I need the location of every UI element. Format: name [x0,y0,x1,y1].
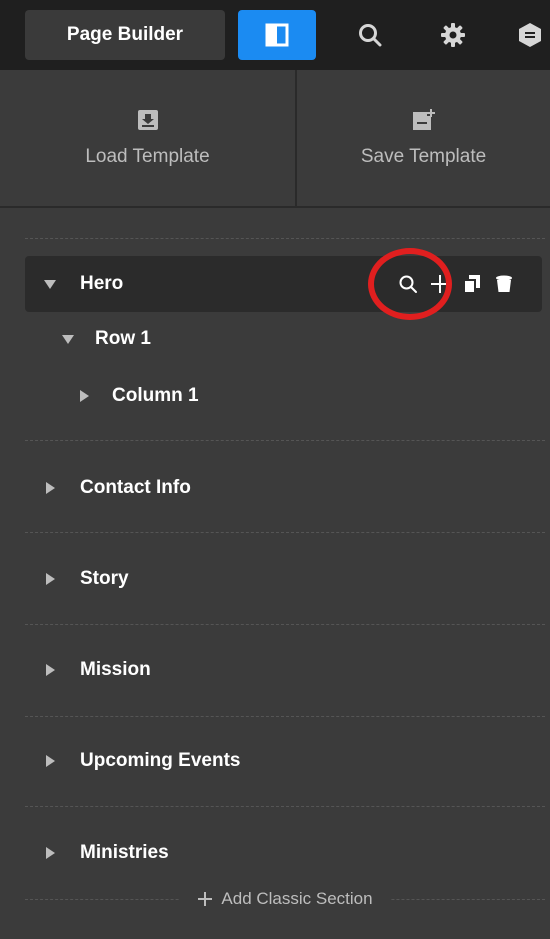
layout-panel-icon [265,23,289,47]
delete-icon [496,275,512,292]
load-template-button[interactable]: Load Template [0,70,297,206]
gear-icon [441,23,465,47]
section-label[interactable]: Upcoming Events [80,750,240,772]
duplicate-section-button[interactable] [456,272,488,296]
column-label[interactable]: Column 1 [112,385,199,407]
divider [25,238,545,239]
search-button[interactable] [345,10,395,60]
template-actions: Load Template Save Template [0,70,550,208]
delete-section-button[interactable] [488,272,520,296]
divider [25,440,545,441]
collapse-arrow-icon[interactable] [44,280,56,289]
save-template-button[interactable]: Save Template [297,70,550,206]
divider [25,716,545,717]
page-builder-button[interactable]: Page Builder [25,10,225,60]
layout-panel-button[interactable] [238,10,316,60]
expand-arrow-icon[interactable] [46,847,55,859]
section-label[interactable]: Mission [80,659,151,681]
search-icon [359,24,382,47]
expand-arrow-icon[interactable] [46,482,55,494]
expand-arrow-icon[interactable] [46,573,55,585]
load-template-icon [137,110,158,130]
expand-arrow-icon[interactable] [80,390,89,402]
expand-arrow-icon[interactable] [46,664,55,676]
highlight-annotation-circle [368,248,452,320]
save-template-label: Save Template [360,146,487,167]
plus-icon [198,892,213,906]
page-builder-label: Page Builder [66,24,184,45]
divider [25,624,545,625]
top-toolbar: Page Builder [0,0,550,70]
add-section-row: Add Classic Section [0,884,550,914]
add-classic-section-button[interactable]: Add Classic Section [180,884,390,914]
load-template-label: Load Template [85,146,210,167]
collapse-arrow-icon[interactable] [62,335,74,344]
more-icon [519,23,541,47]
divider [25,532,545,533]
section-label[interactable]: Ministries [80,842,169,864]
section-label[interactable]: Contact Info [80,477,191,499]
divider [25,806,545,807]
save-template-icon [412,109,435,130]
more-button[interactable] [515,10,550,60]
settings-button[interactable] [428,10,478,60]
row-label[interactable]: Row 1 [95,328,151,350]
add-classic-section-label: Add Classic Section [221,889,373,908]
duplicate-icon [463,275,480,294]
expand-arrow-icon[interactable] [46,755,55,767]
section-label: Hero [80,273,124,294]
section-label[interactable]: Story [80,568,129,590]
